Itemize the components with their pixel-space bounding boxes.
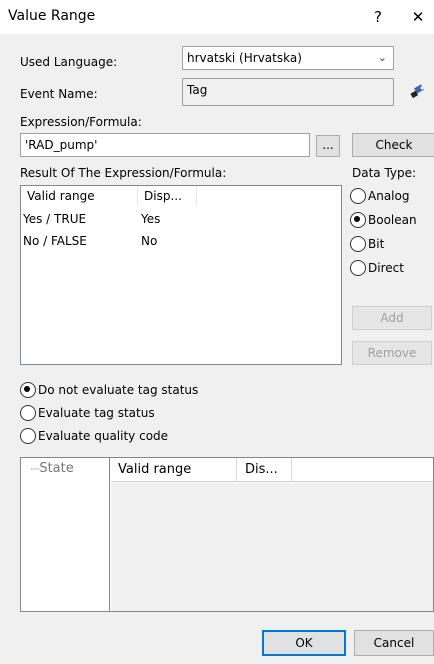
state-tree[interactable]: ·····State	[20, 457, 110, 612]
radio-evaluate-quality-code[interactable]: Evaluate quality code	[20, 428, 168, 444]
radio-direct[interactable]: Direct	[350, 260, 404, 276]
chevron-down-icon: ⌄	[377, 51, 387, 64]
radio-bit[interactable]: Bit	[350, 236, 384, 252]
radio-analog[interactable]: Analog	[350, 188, 409, 204]
grid-col-valid-range[interactable]: Valid range	[111, 458, 237, 481]
radio-evaluate-tag-status-indicator	[20, 405, 36, 421]
event-name-field[interactable]: Tag	[182, 78, 394, 106]
result-label: Result Of The Expression/Formula:	[20, 166, 227, 180]
state-grid-body	[111, 483, 433, 611]
expression-input[interactable]: 'RAD_pump'	[20, 133, 310, 157]
radio-do-not-evaluate-label: Do not evaluate tag status	[38, 383, 199, 397]
used-language-label: Used Language:	[20, 55, 118, 69]
radio-do-not-evaluate[interactable]: Do not evaluate tag status	[20, 382, 198, 398]
expression-browse-button[interactable]: ...	[316, 135, 340, 157]
result-list-header: Valid range Disp...	[21, 186, 341, 208]
remove-button[interactable]: Remove	[352, 341, 432, 365]
radio-evaluate-quality-code-indicator	[20, 428, 36, 444]
radio-do-not-evaluate-indicator	[20, 382, 36, 398]
window-title: Value Range	[8, 8, 96, 24]
row-range: No / FALSE	[23, 234, 87, 248]
tag-browse-icon[interactable]	[409, 84, 427, 100]
used-language-value: hrvatski (Hrvatska)	[187, 51, 302, 65]
state-grid-header: Valid range Dis...	[111, 458, 433, 482]
radio-boolean-label: Boolean	[368, 213, 417, 227]
table-row[interactable]: No / FALSE No	[21, 230, 341, 252]
table-row[interactable]: Yes / TRUE Yes	[21, 208, 341, 230]
check-button[interactable]: Check	[352, 133, 434, 157]
radio-analog-indicator	[350, 188, 366, 204]
radio-analog-label: Analog	[368, 189, 410, 203]
radio-bit-label: Bit	[368, 237, 385, 251]
radio-direct-indicator	[350, 260, 366, 276]
radio-boolean[interactable]: Boolean	[350, 212, 417, 228]
result-list[interactable]: Valid range Disp... Yes / TRUE Yes No / …	[20, 185, 342, 365]
used-language-combo[interactable]: hrvatski (Hrvatska) ⌄	[182, 46, 394, 70]
row-range: Yes / TRUE	[23, 212, 87, 226]
row-display: No	[141, 234, 158, 248]
grid-col-display[interactable]: Dis...	[237, 458, 292, 481]
radio-evaluate-quality-code-label: Evaluate quality code	[38, 429, 169, 443]
tree-root-label: State	[39, 461, 74, 476]
radio-bit-indicator	[350, 236, 366, 252]
row-display: Yes	[141, 212, 161, 226]
tree-connector: ·····	[30, 465, 40, 475]
col-display[interactable]: Disp...	[138, 186, 197, 206]
radio-boolean-indicator	[350, 212, 366, 228]
event-name-label: Event Name:	[20, 87, 98, 101]
radio-evaluate-tag-status-label: Evaluate tag status	[38, 406, 155, 420]
help-button[interactable]: ?	[364, 6, 392, 28]
data-type-label: Data Type:	[352, 166, 417, 180]
radio-evaluate-tag-status[interactable]: Evaluate tag status	[20, 405, 155, 421]
col-valid-range[interactable]: Valid range	[21, 186, 138, 206]
add-button[interactable]: Add	[352, 306, 432, 330]
state-tree-root[interactable]: ·····State	[30, 461, 74, 476]
cancel-button[interactable]: Cancel	[354, 630, 434, 656]
close-button[interactable]: ✕	[404, 6, 432, 28]
radio-direct-label: Direct	[368, 261, 404, 275]
expression-label: Expression/Formula:	[20, 115, 142, 129]
ok-button[interactable]: OK	[262, 630, 346, 656]
